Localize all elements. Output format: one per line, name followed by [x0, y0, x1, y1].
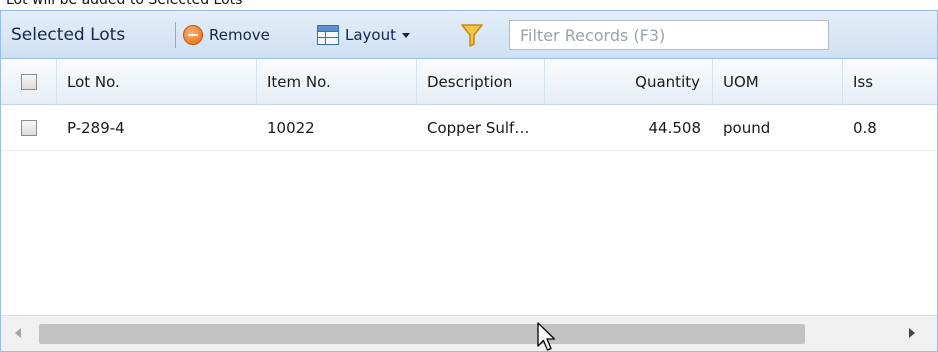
filter-button[interactable]: [461, 21, 483, 49]
scroll-left-icon[interactable]: [15, 328, 21, 338]
caption: Lot will be added to Selected Lots: [6, 0, 243, 8]
cell-quantity: 44.508: [648, 118, 702, 137]
horizontal-scrollbar[interactable]: [1, 315, 937, 351]
filter-records-input[interactable]: [509, 20, 829, 50]
grid-body: P-289-4 10022 Copper Sulf… 44.508 pound …: [1, 105, 937, 317]
layout-grid-icon: [317, 25, 339, 45]
panel-title: Selected Lots: [11, 25, 126, 45]
layout-label: Layout: [345, 26, 396, 44]
app: Lot will be added to Selected Lots Selec…: [0, 0, 938, 352]
funnel-icon: [461, 23, 483, 47]
remove-button[interactable]: Remove: [183, 21, 270, 49]
column-header-item-no[interactable]: Item No.: [257, 59, 417, 104]
header-select-all: [1, 59, 57, 104]
cell-description: Copper Sulf…: [427, 118, 530, 137]
column-header-quantity[interactable]: Quantity: [545, 59, 713, 104]
scroll-right-icon[interactable]: [909, 328, 915, 338]
cell-uom: pound: [723, 118, 771, 137]
column-header-description[interactable]: Description: [417, 59, 545, 104]
mouse-pointer-icon: [537, 322, 556, 351]
cell-item-no: 10022: [267, 118, 315, 137]
selected-lots-panel: Selected Lots Remove Layout Filter Recor…: [0, 10, 938, 352]
row-checkbox[interactable]: [21, 119, 37, 136]
column-header-issued[interactable]: Iss: [843, 59, 937, 104]
scrollbar-thumb[interactable]: [39, 324, 805, 344]
remove-label: Remove: [209, 26, 270, 44]
toolbar: Selected Lots Remove Layout: [1, 11, 937, 59]
row-select-cell: [1, 105, 57, 150]
column-header-uom[interactable]: UOM: [713, 59, 843, 104]
cell-lot-no: P-289-4: [67, 118, 125, 137]
remove-icon: [183, 25, 203, 45]
toolbar-separator: [175, 22, 176, 48]
grid-header: Lot No. Item No. Description Quantity UO…: [1, 59, 937, 105]
table-row[interactable]: P-289-4 10022 Copper Sulf… 44.508 pound …: [1, 105, 937, 151]
chevron-down-icon: [402, 32, 410, 38]
layout-button[interactable]: Layout: [317, 21, 410, 49]
select-all-checkbox[interactable]: [20, 73, 37, 90]
cell-issued: 0.8: [853, 118, 877, 137]
column-header-lot-no[interactable]: Lot No.: [57, 59, 257, 104]
